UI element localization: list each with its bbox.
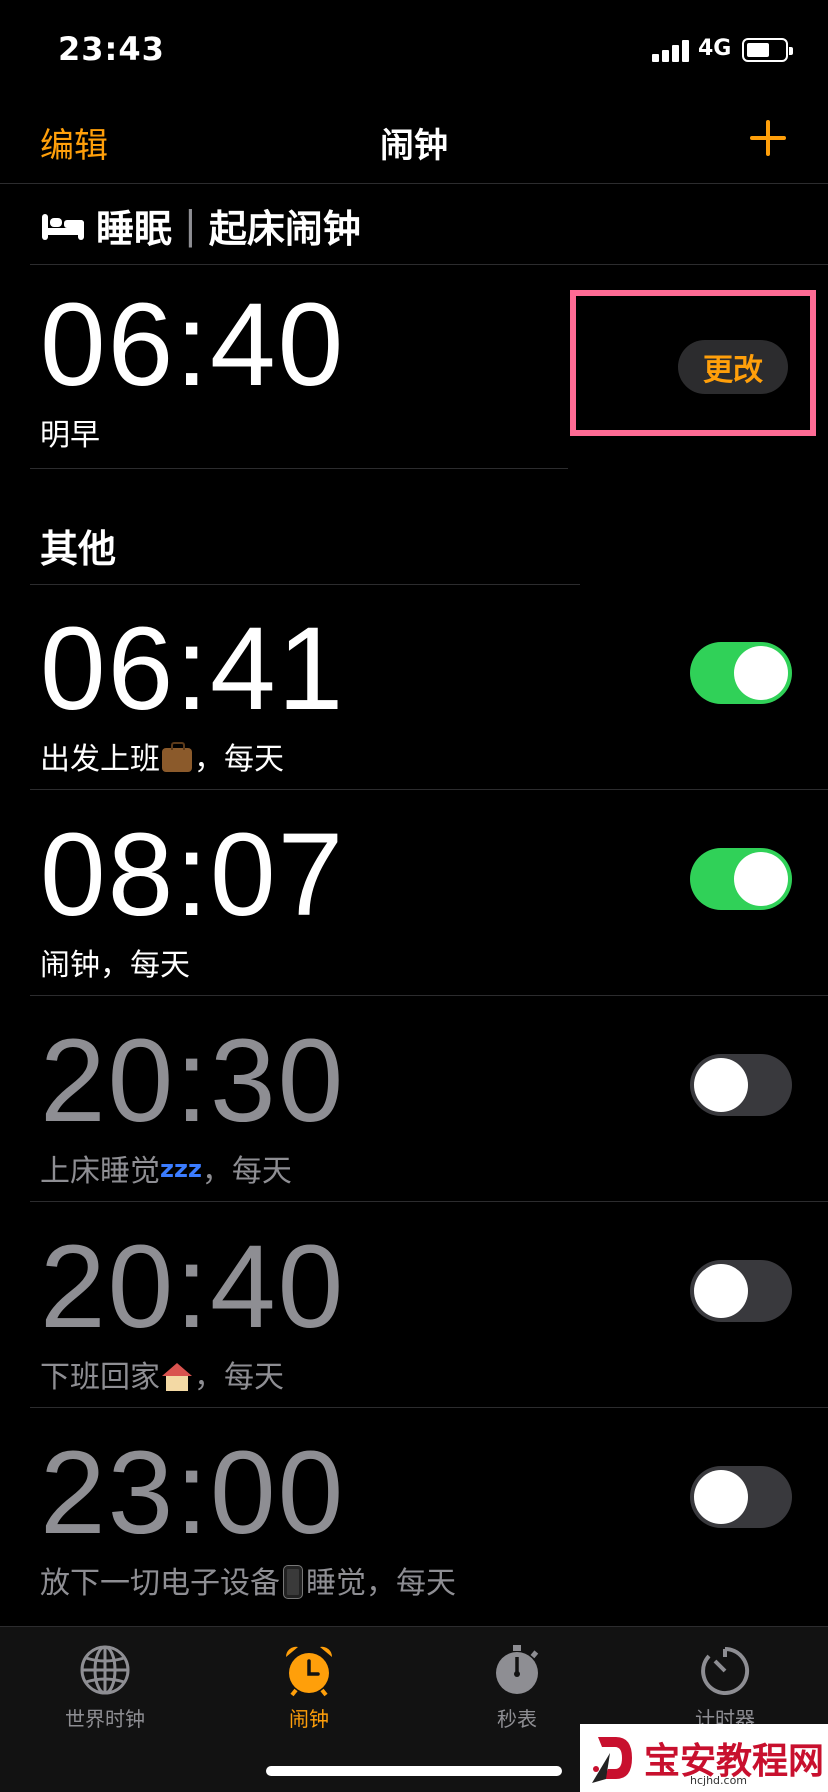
house-icon [162, 1363, 192, 1391]
alarm-time: 06:41 [40, 603, 346, 735]
alarm-time: 06:40 [40, 279, 346, 411]
home-indicator[interactable] [266, 1766, 562, 1776]
alarm-time: 20:40 [40, 1221, 346, 1353]
tab-timer[interactable]: 计时器 [650, 1643, 800, 1732]
alarm-time: 08:07 [40, 809, 346, 941]
watermark-url: hcjhd.com [690, 1774, 748, 1787]
network-type: 4G [698, 36, 732, 61]
alarm-clock-icon [282, 1643, 336, 1697]
tab-alarm[interactable]: 闹钟 [234, 1643, 384, 1732]
divider [30, 468, 568, 469]
alarm-toggle[interactable] [690, 1466, 792, 1528]
alarm-row[interactable]: 20:30 上床睡觉zzz，每天 [0, 996, 828, 1202]
status-bar: 23:43 4G [0, 0, 828, 96]
alarm-label: 闹钟，每天 [40, 948, 190, 983]
alarm-row[interactable]: 08:07 闹钟，每天 [0, 790, 828, 996]
watermark: 宝安教程网 hcjhd.com [580, 1724, 828, 1792]
page-title: 闹钟 [380, 126, 448, 166]
alarm-row[interactable]: 06:41 出发上班 ，每天 [0, 584, 828, 790]
alarm-label: 下班回家 ，每天 [40, 1360, 284, 1395]
nav-bar: 编辑 闹钟 [0, 96, 828, 184]
sleep-section-header: 睡眠 | 起床闹钟 [42, 198, 361, 252]
sleeping-icon: zzz [160, 1155, 202, 1183]
other-section-title: 其他 [40, 527, 117, 571]
plus-icon[interactable] [740, 110, 796, 166]
sleep-section-subtitle: 起床闹钟 [208, 206, 361, 251]
alarm-toggle[interactable] [690, 848, 792, 910]
globe-icon [78, 1643, 132, 1697]
alarm-toggle[interactable] [690, 1054, 792, 1116]
signal-icon [652, 40, 692, 62]
timer-icon [698, 1643, 752, 1697]
alarm-toggle[interactable] [690, 642, 792, 704]
alarm-time: 20:30 [40, 1015, 346, 1147]
briefcase-icon [162, 742, 192, 772]
change-button[interactable]: 更改 [678, 340, 788, 394]
alarm-label: 放下一切电子设备 睡觉，每天 [40, 1566, 456, 1601]
alarm-time: 23:00 [40, 1427, 346, 1559]
alarm-label: 明早 [40, 418, 100, 453]
alarm-label: 出发上班 ，每天 [40, 742, 284, 777]
alarm-toggle[interactable] [690, 1260, 792, 1322]
sleep-section-title: 睡眠 [96, 206, 173, 251]
stopwatch-icon [490, 1643, 544, 1697]
alarm-label: 上床睡觉zzz，每天 [40, 1154, 292, 1189]
alarm-row[interactable]: 23:00 放下一切电子设备 睡觉，每天 [0, 1408, 828, 1614]
watermark-logo-icon [588, 1731, 638, 1785]
battery-icon [742, 38, 793, 62]
tab-world-clock[interactable]: 世界时钟 [30, 1643, 180, 1732]
bed-icon [42, 210, 84, 240]
tab-stopwatch[interactable]: 秒表 [442, 1643, 592, 1732]
phone-icon [284, 1566, 302, 1598]
status-time: 23:43 [58, 30, 165, 68]
alarm-row[interactable]: 20:40 下班回家 ，每天 [0, 1202, 828, 1408]
separator: | [184, 203, 197, 247]
